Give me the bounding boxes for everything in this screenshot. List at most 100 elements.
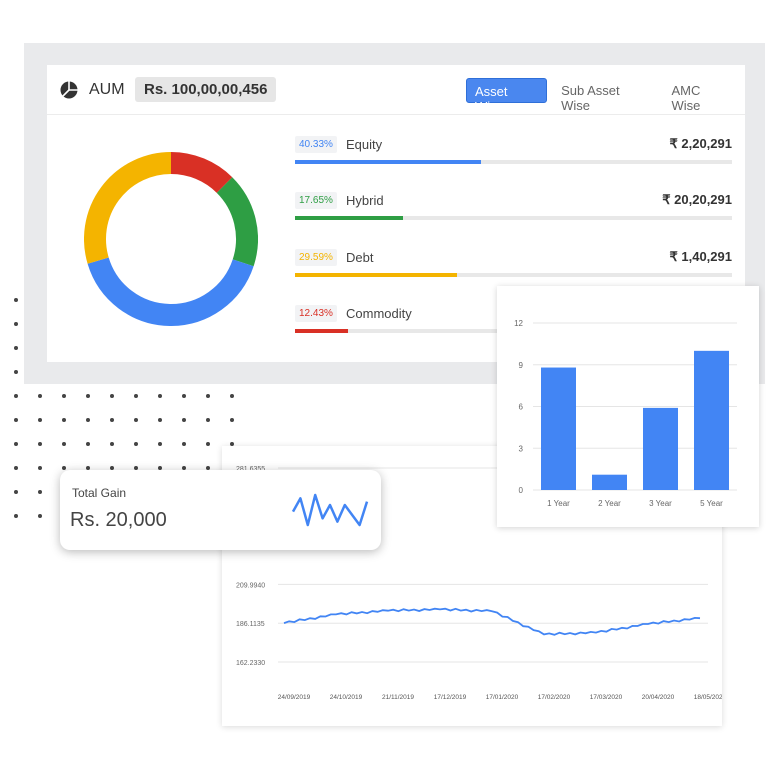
tab-asset-wise[interactable]: Asset Wise	[466, 78, 548, 114]
decorative-dot	[62, 394, 66, 398]
bar-x-tick-label: 2 Year	[598, 499, 621, 508]
line-x-tick-label: 17/02/2020	[538, 694, 571, 701]
total-gain-label: Total Gain	[72, 486, 127, 500]
decorative-dot	[86, 394, 90, 398]
asset-row-equity: 40.33% Equity ₹ 2,20,291	[295, 135, 732, 171]
decorative-dot	[14, 490, 18, 494]
bar-y-tick-label: 12	[514, 319, 523, 328]
donut-slice-debt	[84, 152, 172, 264]
decorative-dot	[38, 490, 42, 494]
line-x-tick-label: 20/04/2020	[642, 694, 675, 701]
aum-title: AUM	[89, 81, 125, 98]
decorative-dot	[38, 394, 42, 398]
decorative-dot	[134, 394, 138, 398]
decorative-dot	[110, 394, 114, 398]
decorative-dot	[62, 466, 66, 470]
decorative-dot	[230, 394, 234, 398]
decorative-dot	[62, 418, 66, 422]
decorative-dot	[110, 418, 114, 422]
decorative-dot	[86, 442, 90, 446]
line-x-tick-label: 18/05/2020	[694, 694, 722, 701]
decorative-dot	[182, 442, 186, 446]
decorative-dot	[86, 418, 90, 422]
bar-2-year	[592, 474, 627, 490]
bar-y-tick-label: 3	[519, 444, 524, 453]
decorative-dot	[38, 466, 42, 470]
asset-row-debt: 29.59% Debt ₹ 1,40,291	[295, 248, 732, 284]
asset-progress-fill	[295, 216, 403, 220]
decorative-dot	[134, 442, 138, 446]
decorative-dot	[14, 322, 18, 326]
decorative-dot	[182, 418, 186, 422]
decorative-dot	[206, 418, 210, 422]
asset-row-hybrid: 17.65% Hybrid ₹ 20,20,291	[295, 191, 732, 227]
decorative-dot	[134, 418, 138, 422]
returns-bar-chart: 0 3 6 9 12 1 Year 2 Year 3 Year 5 Year	[514, 319, 737, 508]
line-x-tick-label: 24/09/2019	[278, 694, 311, 701]
total-gain-sparkline	[291, 493, 369, 527]
line-y-tick-label: 162.2330	[236, 660, 265, 667]
decorative-dot	[182, 394, 186, 398]
decorative-dot	[158, 418, 162, 422]
asset-percent-badge: 12.43%	[295, 305, 337, 322]
donut-slice-hybrid	[216, 177, 258, 267]
line-x-tick-label: 17/03/2020	[590, 694, 623, 701]
bar-y-tick-label: 9	[519, 361, 524, 370]
asset-progress-fill	[295, 160, 481, 164]
line-y-tick-label: 186.1135	[236, 621, 265, 628]
decorative-dot	[230, 418, 234, 422]
decorative-dot	[14, 370, 18, 374]
decorative-dot	[14, 298, 18, 302]
asset-name: Equity	[346, 137, 383, 152]
asset-amount: ₹ 1,40,291	[669, 249, 733, 264]
line-x-tick-label: 17/01/2020	[486, 694, 519, 701]
returns-bar-chart-card: 0 3 6 9 12 1 Year 2 Year 3 Year 5 Year	[497, 286, 759, 527]
decorative-dot	[62, 442, 66, 446]
bar-1-year	[541, 367, 576, 490]
decorative-dot	[38, 514, 42, 518]
asset-progress-fill	[295, 329, 348, 333]
decorative-dot	[14, 466, 18, 470]
asset-progress-fill	[295, 273, 457, 277]
decorative-dot	[206, 394, 210, 398]
asset-percent-badge: 40.33%	[295, 136, 337, 153]
bar-y-tick-label: 6	[519, 403, 524, 412]
tab-amc-wise[interactable]: AMC Wise	[663, 78, 739, 113]
decorative-dot	[14, 418, 18, 422]
decorative-dot	[158, 394, 162, 398]
decorative-dot	[38, 442, 42, 446]
bar-x-tick-label: 5 Year	[700, 499, 723, 508]
decorative-dot	[110, 442, 114, 446]
asset-percent-badge: 17.65%	[295, 192, 337, 209]
asset-name: Hybrid	[346, 193, 384, 208]
asset-percent-badge: 29.59%	[295, 249, 337, 266]
nav-line-series	[283, 607, 701, 636]
bar-x-tick-label: 3 Year	[649, 499, 672, 508]
aum-header: AUM Rs. 100,00,00,456 Asset Wise Sub Ass…	[47, 65, 745, 115]
line-x-tick-label: 17/12/2019	[434, 694, 467, 701]
asset-allocation-donut	[84, 152, 258, 326]
asset-name: Debt	[346, 250, 374, 265]
bar-y-tick-label: 0	[519, 486, 524, 495]
asset-progress-track	[295, 160, 732, 164]
asset-progress-track	[295, 216, 732, 220]
asset-progress-track	[295, 273, 732, 277]
line-y-tick-label: 209.9940	[236, 582, 265, 589]
bar-x-tick-label: 1 Year	[547, 499, 570, 508]
pie-chart-icon	[60, 81, 78, 99]
decorative-dot	[158, 442, 162, 446]
aum-total-value: Rs. 100,00,00,456	[135, 77, 277, 102]
total-gain-value: Rs. 20,000	[70, 509, 167, 531]
donut-slice-commodity	[170, 152, 233, 194]
decorative-dot	[38, 418, 42, 422]
asset-amount: ₹ 20,20,291	[662, 192, 732, 207]
bar-3-year	[643, 407, 678, 490]
line-x-tick-label: 24/10/2019	[330, 694, 363, 701]
tab-sub-asset-wise[interactable]: Sub Asset Wise	[553, 78, 657, 113]
asset-name: Commodity	[346, 306, 412, 321]
line-x-tick-label: 21/11/2019	[382, 694, 414, 701]
decorative-dot	[14, 514, 18, 518]
decorative-dot	[14, 442, 18, 446]
donut-slice-equity	[87, 257, 254, 326]
decorative-dot	[14, 346, 18, 350]
